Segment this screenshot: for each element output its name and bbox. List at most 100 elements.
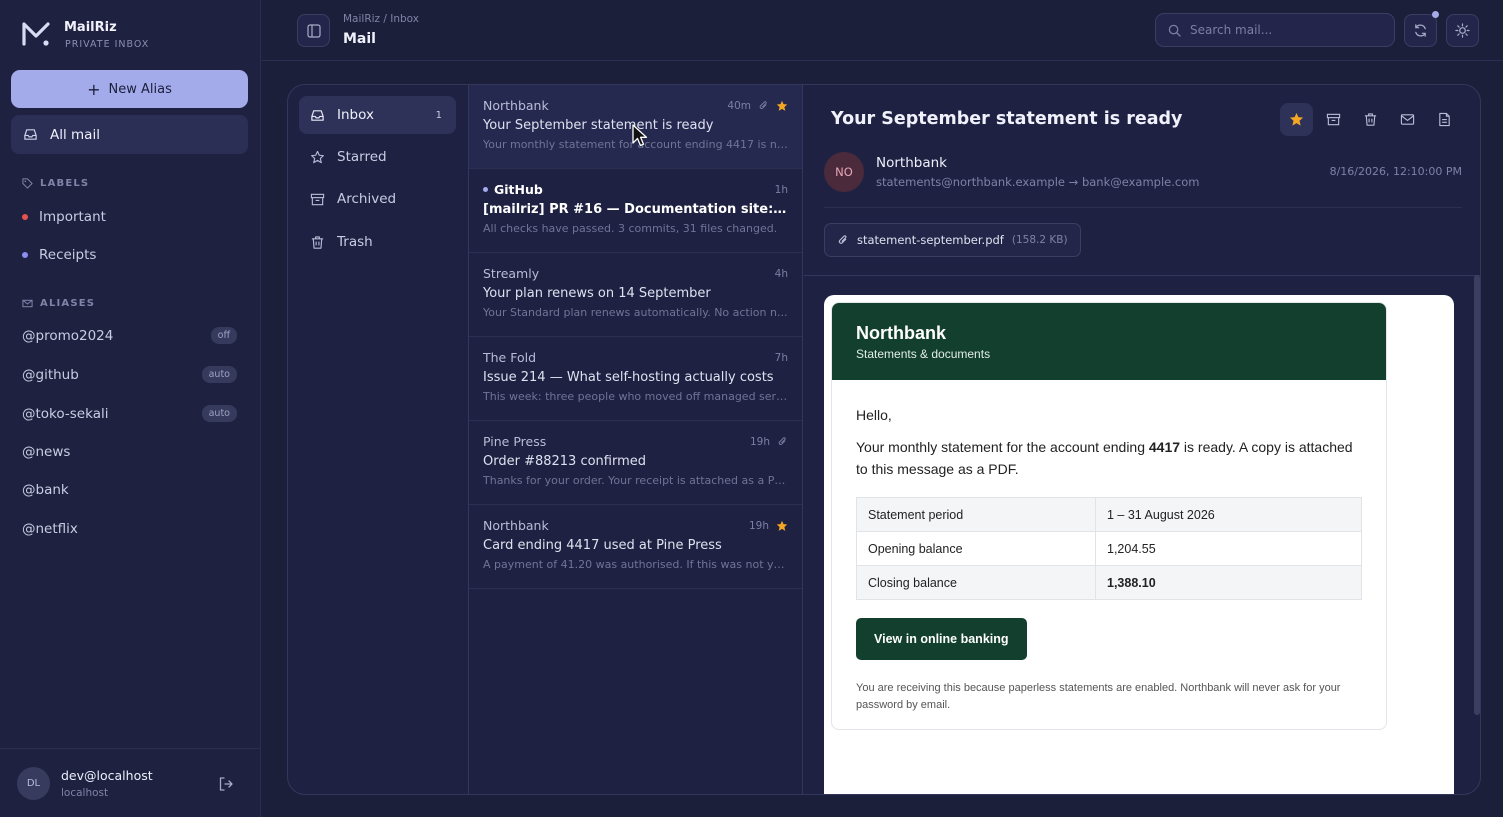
page-title: Mail: [343, 31, 376, 47]
message-time: 19h: [748, 519, 769, 532]
label-important[interactable]: Important: [22, 209, 106, 225]
unread-dot: [483, 187, 488, 192]
message-sender: Northbank: [483, 518, 549, 533]
app-name: MailRiz: [64, 20, 117, 35]
folder-archived[interactable]: Archived: [299, 180, 456, 218]
message-row[interactable]: Streamly 4h Your plan renews on 14 Septe…: [469, 253, 802, 337]
refresh-icon: [1415, 24, 1426, 37]
delete-button[interactable]: [1354, 103, 1387, 136]
sidebar-item-all-mail[interactable]: All mail: [11, 115, 248, 154]
alias-status-badge: off: [210, 327, 237, 344]
star-filled-icon: [1289, 112, 1304, 126]
paperclip-icon: [759, 101, 767, 109]
mouse-cursor-icon: [632, 124, 648, 147]
attachment-chip[interactable]: statement-september.pdf (158.2 KB): [824, 223, 1081, 257]
message-row[interactable]: GitHub 1h [mailriz] PR #16 — Documentati…: [469, 169, 802, 253]
alias-item-bank[interactable]: @bank: [22, 482, 237, 498]
message-subject: [mailriz] PR #16 — Documentation site: S…: [483, 202, 788, 217]
message-row[interactable]: The Fold 7h Issue 214 — What self-hostin…: [469, 337, 802, 421]
message-date: 8/16/2026, 12:10:00 PM: [1329, 165, 1462, 178]
user-avatar: DL: [17, 767, 50, 800]
message-time: 19h: [749, 435, 770, 448]
email-greeting: Hello,: [856, 407, 892, 423]
reader-subject: Your September statement is ready: [831, 109, 1183, 129]
inbox-tray-icon: [311, 109, 324, 121]
new-alias-label: New Alias: [108, 81, 172, 97]
message-reader: Your September statement is ready NO Nor…: [804, 85, 1480, 794]
statement-table: Statement period 1 – 31 August 2026 Openi…: [856, 497, 1362, 600]
alias-item-github[interactable]: @github auto: [22, 366, 237, 383]
view-source-button[interactable]: [1428, 103, 1461, 136]
alias-item-netflix[interactable]: @netflix: [22, 521, 237, 537]
account-number: 4417: [1148, 439, 1181, 455]
message-subject: Order #88213 confirmed: [483, 454, 647, 469]
alias-status-badge: auto: [201, 405, 237, 422]
mail-panel: Inbox 1 Starred Archived Trash Northbank…: [287, 84, 1481, 795]
archive-button[interactable]: [1317, 103, 1350, 136]
online-banking-button[interactable]: View in online banking: [856, 618, 1027, 660]
sun-icon: [1455, 23, 1470, 38]
alias-item-news[interactable]: @news: [22, 444, 237, 460]
table-row: Closing balance 1,388.10: [856, 565, 1362, 600]
trash-icon: [311, 235, 324, 249]
label-receipts[interactable]: Receipts: [22, 247, 96, 263]
message-preview: Your Standard plan renews automatically.…: [483, 306, 788, 319]
refresh-button[interactable]: [1404, 14, 1437, 47]
alias-item-toko-sekali[interactable]: @toko-sekali auto: [22, 405, 237, 422]
plus-icon: +: [87, 79, 101, 99]
message-time: 40m: [727, 99, 751, 112]
mailriz-logo-icon: [22, 22, 50, 46]
message-sender: Northbank: [483, 98, 549, 113]
message-sender: GitHub: [494, 182, 543, 197]
logout-icon[interactable]: [218, 776, 234, 792]
mark-unread-button[interactable]: [1391, 103, 1424, 136]
alias-item-promo2024[interactable]: @promo2024 off: [22, 327, 237, 344]
message-row[interactable]: Northbank 19h Card ending 4417 used at P…: [469, 505, 802, 589]
star-filled-icon[interactable]: [776, 100, 788, 112]
sender-avatar: NO: [824, 152, 864, 192]
app-tagline: PRIVATE INBOX: [65, 39, 150, 50]
message-preview: Thanks for your order. Your receipt is a…: [483, 474, 788, 487]
paperclip-icon: [838, 235, 847, 244]
user-host: localhost: [61, 787, 109, 799]
message-time: 7h: [774, 351, 788, 364]
message-row[interactable]: Pine Press 19h Order #88213 confirmed Th…: [469, 421, 802, 505]
theme-toggle-button[interactable]: [1446, 14, 1479, 47]
star-outline-icon: [311, 150, 324, 163]
paperclip-icon: [778, 437, 786, 445]
email-banner: Northbank Statements & documents: [832, 303, 1386, 380]
inbox-tray-icon: [24, 129, 37, 140]
message-preview: All checks have passed. 3 commits, 31 fi…: [483, 222, 778, 235]
folder-trash[interactable]: Trash: [299, 223, 456, 261]
toggle-sidebar-button[interactable]: [297, 14, 330, 47]
folder-list: Inbox 1 Starred Archived Trash: [288, 85, 469, 794]
divider: [824, 207, 1462, 208]
message-time: 1h: [774, 183, 788, 196]
message-preview: This week: three people who moved off ma…: [483, 390, 788, 403]
message-sender: Pine Press: [483, 434, 547, 449]
message-subject: Issue 214 — What self-hosting actually c…: [483, 370, 774, 385]
star-filled-icon[interactable]: [776, 520, 788, 532]
search-icon: [1168, 24, 1181, 37]
message-preview: A payment of 41.20 was authorised. If th…: [483, 558, 788, 571]
new-alias-button[interactable]: + New Alias: [11, 70, 248, 108]
envelope-icon: [1400, 114, 1415, 125]
message-subject: Card ending 4417 used at Pine Press: [483, 538, 722, 553]
alias-status-badge: auto: [201, 366, 237, 383]
trash-icon: [1364, 113, 1377, 126]
folder-starred[interactable]: Starred: [299, 138, 456, 176]
folder-inbox[interactable]: Inbox 1: [299, 96, 456, 134]
label-color-dot: [22, 214, 28, 220]
archive-icon: [310, 193, 325, 205]
reader-scrollbar[interactable]: [1474, 275, 1480, 715]
email-content: Hello, Your monthly statement for the ac…: [856, 404, 1364, 714]
search-input[interactable]: Search mail...: [1155, 13, 1395, 47]
sidebar-toggle-icon: [306, 23, 321, 38]
breadcrumb: MailRiz / Inbox: [343, 13, 419, 25]
reader-toolbar: [1280, 103, 1461, 136]
user-email: dev@localhost: [61, 768, 153, 783]
star-button[interactable]: [1280, 103, 1313, 136]
document-icon: [1439, 112, 1450, 127]
message-sender: The Fold: [483, 350, 537, 365]
email-card: Northbank Statements & documents Hello, …: [831, 302, 1387, 730]
